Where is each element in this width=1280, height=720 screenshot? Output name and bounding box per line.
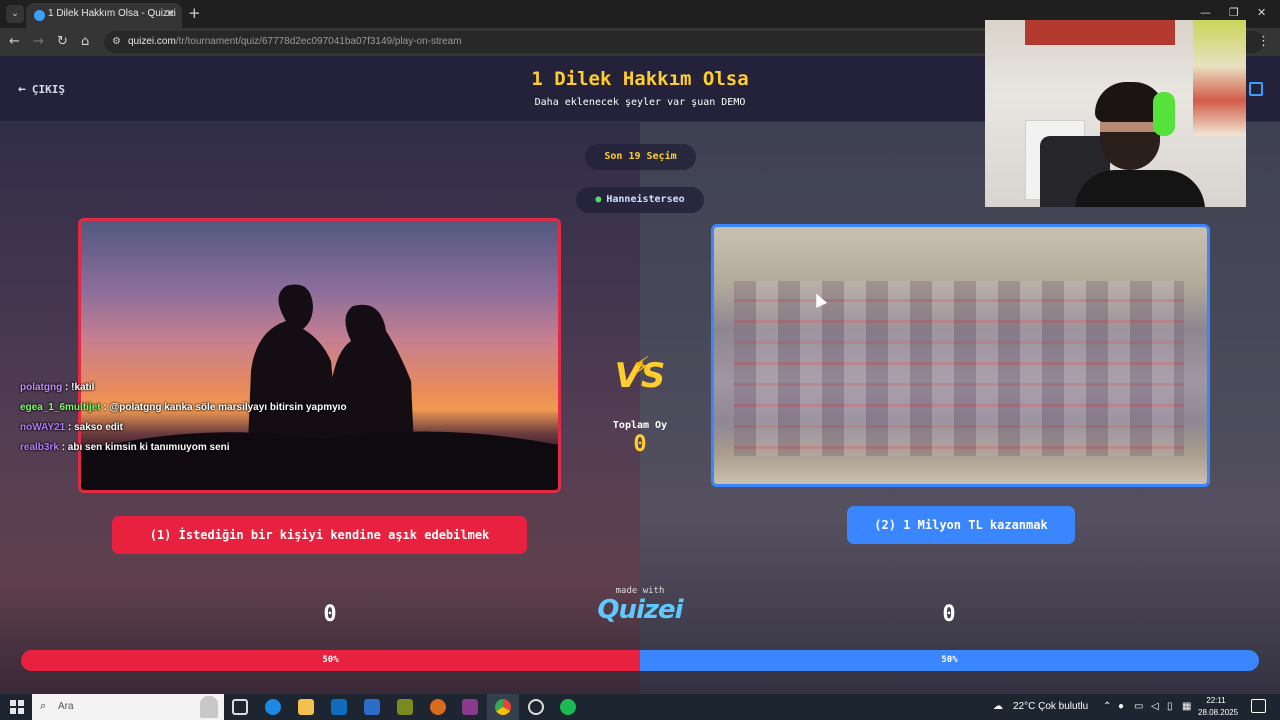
total-votes-label: Toplam Oy: [612, 420, 668, 431]
url-path: /tr/tournament/quiz/67778d2ec097041ba07f…: [175, 36, 462, 47]
streamer-badge: ● Hanneisterseo: [576, 187, 704, 213]
chat-text: : !katil: [65, 382, 95, 393]
forward-icon[interactable]: →: [33, 34, 44, 50]
back-icon[interactable]: ←: [9, 34, 20, 50]
tab-title: 1 Dilek Hakkım Olsa - Quizei: [48, 8, 176, 19]
chat-text: : sakso edit: [67, 422, 124, 433]
clock-time: 22:11: [1206, 696, 1226, 705]
url-domain: quizei.com: [128, 36, 176, 47]
new-tab-button[interactable]: +: [188, 5, 201, 21]
quizei-favicon-icon: [34, 10, 45, 21]
store-icon[interactable]: [364, 699, 380, 715]
chat-message: realb3rk : abı sen kimsin ki tanımıuyom …: [20, 438, 347, 458]
reload-icon[interactable]: ↻: [57, 34, 68, 50]
volume-icon[interactable]: ◁: [1151, 701, 1159, 712]
chat-user: noWAY21: [20, 422, 66, 433]
chat-message: egea_1_6multijet : @polatgng kanka söle …: [20, 398, 347, 418]
outlook-icon[interactable]: [331, 699, 347, 715]
browser-tab[interactable]: 1 Dilek Hakkım Olsa - Quizei ✕: [26, 3, 182, 28]
notification-icon[interactable]: [1251, 699, 1266, 713]
spotify-icon[interactable]: [560, 699, 576, 715]
option-2-progress-bar: 50%: [640, 650, 1259, 671]
option-2-score: 0: [942, 602, 956, 627]
tray-overflow-icon[interactable]: ⌃: [1103, 701, 1111, 712]
url-text: quizei.com/tr/tournament/quiz/67778d2ec0…: [128, 36, 462, 47]
taskbar-clock[interactable]: 22:11 28.08.2025: [1198, 695, 1239, 719]
windows-start-icon[interactable]: [10, 700, 24, 714]
lightning-icon: ⚡: [632, 352, 651, 382]
option-1-progress-bar: 50%: [21, 650, 640, 671]
tab-close-icon[interactable]: ✕: [166, 7, 175, 20]
taskbar-search[interactable]: ⌕ Ara: [32, 694, 224, 720]
quizei-logo[interactable]: Quizei: [590, 595, 690, 625]
minimize-icon[interactable]: —: [1200, 6, 1211, 19]
option-1-button[interactable]: (1) İstediğin bir kişiyi kendine aşık ed…: [112, 516, 527, 554]
windows-taskbar: ⌕ Ara ☁ 22°C Çok bulutlu ⌃ ● ▭ ◁ ▯ ▦ 22:…: [0, 694, 1280, 720]
fullscreen-icon[interactable]: [1249, 82, 1263, 96]
brave-icon[interactable]: [430, 699, 446, 715]
banknote-stacks: [734, 281, 1184, 456]
webcam-shirt: [1075, 170, 1205, 207]
chat-user: egea_1_6multijet: [20, 402, 101, 413]
weather-text[interactable]: 22°C Çok bulutlu: [1013, 701, 1088, 712]
home-icon[interactable]: ⌂: [81, 34, 89, 50]
option-1-percent: 50%: [322, 655, 339, 665]
network-icon[interactable]: ▭: [1134, 701, 1143, 712]
search-placeholder: Ara: [58, 701, 74, 712]
restore-icon[interactable]: ❐: [1229, 6, 1239, 19]
edge-icon[interactable]: [265, 699, 281, 715]
chat-text: : @polatgng kanka söle marsilyayı bitirs…: [103, 402, 347, 413]
window-close-icon[interactable]: ✕: [1257, 6, 1266, 19]
webcam-person: [1075, 82, 1205, 207]
globe-icon: ●: [595, 194, 602, 205]
option-2-percent: 50%: [941, 655, 958, 665]
headset-icon: [1153, 92, 1175, 136]
obs-icon[interactable]: [528, 699, 544, 715]
recent-choices-badge[interactable]: Son 19 Seçim: [585, 144, 696, 170]
streamer-name: Hanneisterseo: [606, 194, 685, 205]
option-1-score: 0: [323, 602, 337, 627]
chat-text: : abı sen kimsin ki tanımıuyom seni: [61, 442, 230, 453]
clock-date: 28.08.2025: [1198, 708, 1239, 717]
battery-icon[interactable]: ▯: [1167, 701, 1173, 712]
keyboard-icon[interactable]: ▦: [1182, 701, 1191, 712]
weather-cloud-icon: ☁: [993, 701, 1003, 712]
webcam-beard: [1100, 132, 1160, 170]
browser-menu-icon[interactable]: ⋮: [1257, 34, 1270, 49]
chat-user: polatgng: [20, 382, 63, 393]
task-view-icon[interactable]: [232, 699, 248, 715]
chrome-icon[interactable]: [495, 699, 511, 715]
stream-chat-overlay: polatgng : !katil egea_1_6multijet : @po…: [20, 378, 347, 458]
microphone-icon[interactable]: ●: [1118, 701, 1124, 712]
fireworks-icon[interactable]: [397, 699, 413, 715]
chat-message: polatgng : !katil: [20, 378, 347, 398]
search-icon: ⌕: [40, 699, 47, 712]
file-explorer-icon[interactable]: [298, 699, 314, 715]
search-highlight-icon: [200, 696, 218, 718]
webcam-red-shelf: [1025, 20, 1175, 45]
option-2-button[interactable]: (2) 1 Milyon TL kazanmak: [847, 506, 1075, 544]
tab-list-icon[interactable]: ⌄: [6, 5, 24, 23]
streamer-webcam: [985, 20, 1246, 207]
option-2-image[interactable]: [711, 224, 1210, 487]
site-info-icon[interactable]: ⚙: [112, 36, 121, 47]
chat-message: noWAY21 : sakso edit: [20, 418, 347, 438]
total-votes-value: 0: [633, 432, 647, 457]
winrar-icon[interactable]: [462, 699, 478, 715]
chat-user: realb3rk: [20, 442, 59, 453]
